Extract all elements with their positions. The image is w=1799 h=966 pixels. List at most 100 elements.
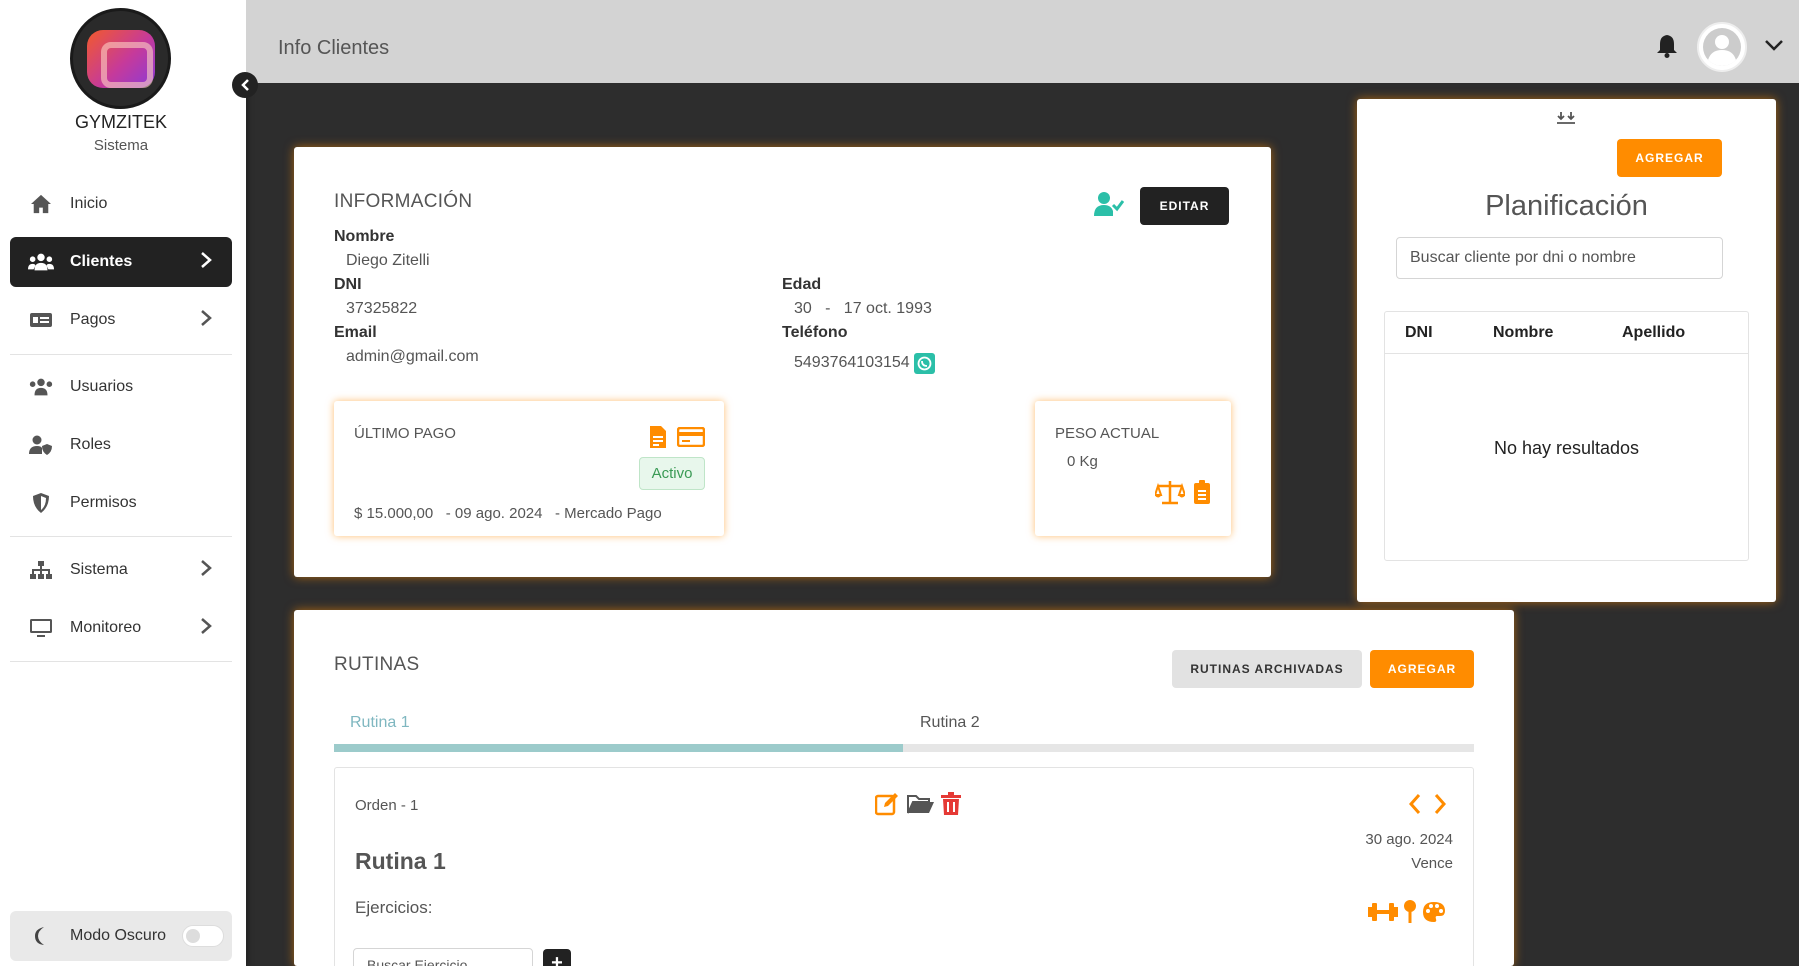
user-check-icon[interactable] [1094,191,1125,222]
archived-routines-button[interactable]: RUTINAS ARCHIVADAS [1172,650,1362,688]
chevron-left-icon[interactable] [1408,793,1422,820]
collapse-arrows-icon[interactable] [1556,111,1576,130]
trash-icon[interactable] [941,792,961,821]
sidebar-item-label: Inicio [70,195,108,212]
info-section-title: INFORMACIÓN [334,191,473,212]
sidebar-item-monitoreo[interactable]: Monitoreo [10,603,232,653]
edit-icon[interactable] [874,792,899,821]
tab-rutina-1[interactable]: Rutina 1 [350,714,410,732]
chevron-right-icon [200,617,212,640]
dark-mode-switch[interactable] [182,925,224,947]
sidebar-item-label: Monitoreo [70,619,142,636]
planificacion-add-button[interactable]: AGREGAR [1617,139,1722,177]
sidebar-item-label: Permisos [70,494,137,511]
column-header-dni[interactable]: DNI [1405,324,1433,342]
ultimo-pago-card: ÚLTIMO PAGO Activo $ 15.000,00 - 09 ago.… [334,401,724,536]
peso-actual-value: 0 Kg [1067,453,1098,470]
pin-icon[interactable] [1403,900,1417,929]
users-icon [26,377,56,397]
user-shield-icon [26,435,56,455]
sidebar-item-label: Roles [70,436,111,453]
planificacion-search-input[interactable]: Buscar cliente por dni o nombre [1396,237,1723,279]
page-title: Info Clientes [278,37,390,59]
table-header: DNI Nombre Apellido [1385,312,1748,354]
dni-label: DNI [334,276,362,293]
peso-actual-card: PESO ACTUAL 0 Kg [1035,401,1231,536]
sidebar-item-sistema[interactable]: Sistema [10,545,232,595]
routine-panel: Orden - 1 Rutina 1 30 ago. 2024 Vence Ej… [334,767,1474,966]
tabs-indicator [334,744,1474,752]
dark-mode-toggle-row[interactable]: Modo Oscuro [10,911,232,961]
routine-order: Orden - 1 [355,797,419,814]
sidebar-item-usuarios[interactable]: Usuarios [10,362,232,412]
sidebar-item-permisos[interactable]: Permisos [10,478,232,528]
planificacion-title: Planificación [1485,190,1648,222]
monitor-icon [26,618,56,638]
empty-results-message: No hay resultados [1493,438,1640,458]
telefono-value: 5493764103154 [794,354,910,371]
chevron-right-icon [200,309,212,332]
chevron-left-icon [241,79,249,91]
collapse-sidebar-button[interactable] [232,72,258,98]
sidebar-item-label: Pagos [70,311,116,328]
sidebar-item-roles[interactable]: Roles [10,420,232,470]
palette-icon[interactable] [1422,901,1446,928]
edad-label: Edad [782,276,822,293]
email-label: Email [334,324,377,341]
exercise-search-input[interactable]: Buscar Ejercicio [353,948,533,966]
email-value: admin@gmail.com [346,348,479,365]
nombre-value: Diego Zitelli [346,252,430,269]
column-header-nombre[interactable]: Nombre [1493,324,1553,342]
gymzitek-logo [70,8,171,109]
ultimo-pago-title: ÚLTIMO PAGO [354,425,456,442]
chevron-right-icon [200,251,212,274]
edit-button[interactable]: EDITAR [1140,187,1229,225]
credit-card-icon[interactable] [676,426,706,452]
home-icon [26,194,56,214]
dni-value: 37325822 [346,300,418,317]
ultimo-pago-detail: $ 15.000,00 - 09 ago. 2024 - Mercado Pag… [354,505,662,522]
moon-icon [26,926,56,946]
chevron-right-icon [200,559,212,582]
scale-icon[interactable] [1153,480,1187,511]
whatsapp-icon[interactable] [914,353,935,379]
dumbbell-icon[interactable] [1368,902,1398,927]
nombre-label: Nombre [334,228,395,245]
shield-icon [26,492,56,514]
rutinas-section-title: RUTINAS [334,654,420,675]
sidebar-item-inicio[interactable]: Inicio [10,179,232,229]
routine-name: Rutina 1 [355,848,446,874]
routine-expires-label: Vence [1411,855,1453,872]
tab-rutina-2[interactable]: Rutina 2 [920,714,980,732]
column-header-apellido[interactable]: Apellido [1622,324,1685,342]
planificacion-card: AGREGAR Planificación Buscar cliente por… [1357,99,1776,602]
add-exercise-button[interactable]: + [543,949,571,966]
edad-value: 30 - 17 oct. 1993 [794,300,932,317]
sidebar-item-label: Sistema [70,561,128,578]
ejercicios-label: Ejercicios: [355,898,433,917]
brand-subtitle: Sistema [93,137,149,154]
rutinas-card: RUTINAS RUTINAS ARCHIVADAS AGREGAR Rutin… [294,610,1514,966]
planificacion-table: DNI Nombre Apellido No hay resultados [1384,311,1749,561]
file-invoice-icon[interactable] [649,425,667,454]
sitemap-icon [26,560,56,580]
info-card: INFORMACIÓN EDITAR Nombre Diego Zitelli … [294,147,1271,577]
top-bar: Info Clientes [246,0,1799,83]
folder-open-icon[interactable] [907,794,935,819]
clipboard-list-icon[interactable] [1193,479,1211,510]
sidebar-item-label: Clientes [70,253,133,270]
sidebar-item-clientes[interactable]: Clientes [10,237,232,287]
chevron-down-icon[interactable] [1764,38,1784,56]
rutinas-add-button[interactable]: AGREGAR [1370,650,1474,688]
sidebar: GYMZITEK Sistema Inicio Clientes Pagos U… [0,0,246,966]
bell-icon[interactable] [1656,34,1678,63]
telefono-label: Teléfono [782,324,848,341]
routine-date: 30 ago. 2024 [1365,831,1453,848]
user-avatar[interactable] [1697,22,1747,72]
chevron-right-icon[interactable] [1433,793,1447,820]
status-badge: Activo [639,457,705,490]
money-icon [26,311,56,329]
sidebar-item-label: Usuarios [70,378,134,395]
brand-name: GYMZITEK [74,112,167,132]
sidebar-item-pagos[interactable]: Pagos [10,295,232,345]
